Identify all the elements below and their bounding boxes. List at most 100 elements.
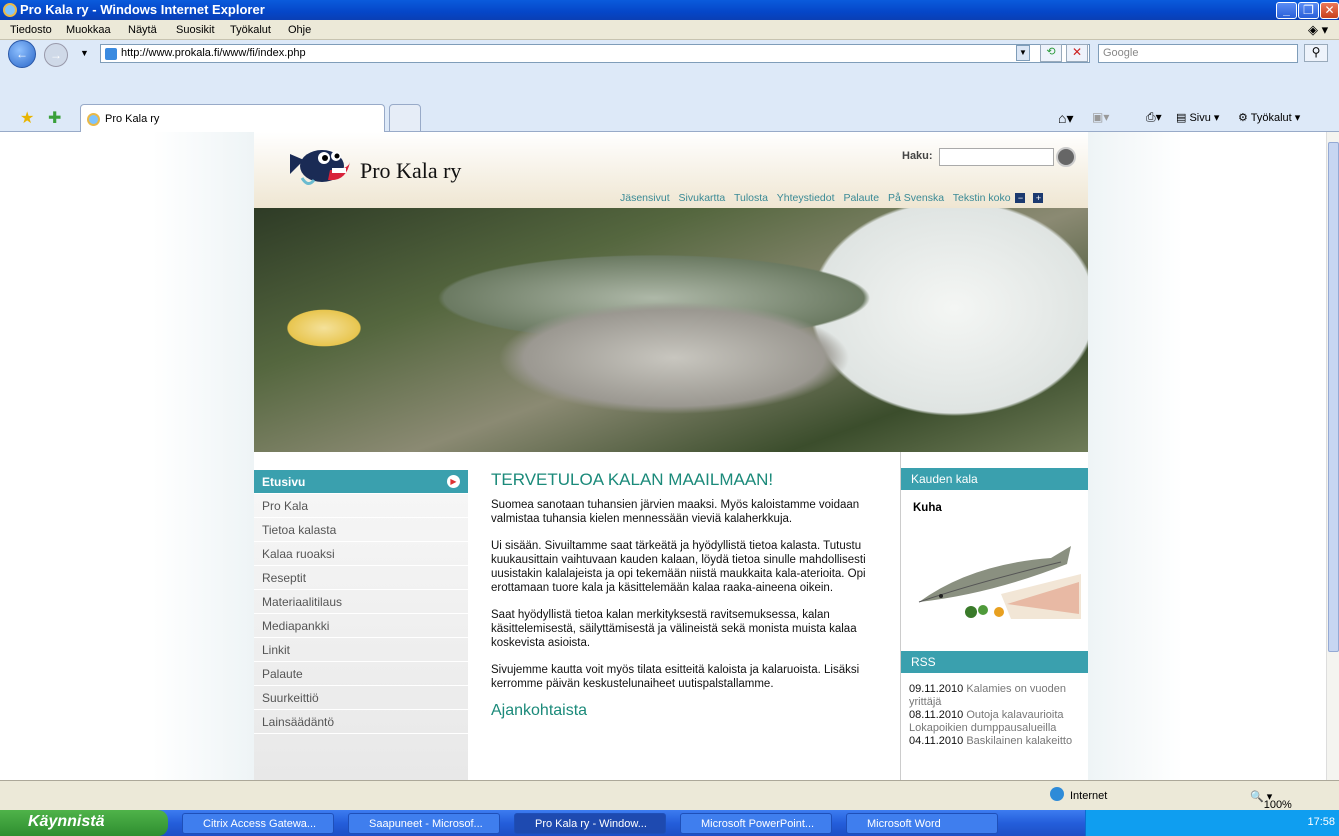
task-word[interactable]: Microsoft Word [846,813,998,834]
task-citrix[interactable]: Citrix Access Gatewa... [182,813,334,834]
task-outlook[interactable]: Saapuneet - Microsof... [348,813,500,834]
text-larger-icon[interactable]: + [1033,193,1044,204]
menu-edit[interactable]: Muokkaa [66,24,111,36]
fish-logo-icon[interactable] [284,140,354,196]
vertical-scrollbar[interactable] [1326,132,1339,780]
start-button[interactable]: Käynnistä [0,810,168,836]
close-button[interactable]: ✕ [1320,2,1339,19]
scrollbar-thumb[interactable] [1328,142,1339,652]
fish-image[interactable] [911,524,1081,624]
task-ie[interactable]: Pro Kala ry - Window... [514,813,666,834]
address-text: http://www.prokala.fi/www/fi/index.php [121,47,306,59]
title-bar: Pro Kala ry - Windows Internet Explorer … [0,0,1339,20]
page-background-right [1088,132,1326,780]
right-column: Kauden kala Kuha RSS 09.11.2010 Kalamies… [900,452,1088,780]
internet-zone-icon [1050,787,1064,801]
ie-tab-icon [87,113,100,126]
tools-menu-button[interactable]: ⚙ Työkalut ▾ [1238,111,1300,124]
tab-label: Pro Kala ry [105,113,160,125]
search-icon[interactable]: ⚲ [1304,44,1328,62]
search-input[interactable]: Google [1098,44,1298,63]
feeds-icon[interactable]: ▣▾ [1092,110,1109,124]
address-dropdown-icon[interactable]: ▼ [1016,45,1030,61]
nav-item-tietoa-kalasta[interactable]: Tietoa kalasta [254,518,468,542]
nav-item-suurkeittio[interactable]: Suurkeittiö [254,686,468,710]
intro-paragraph-1: Suomea sanotaan tuhansien järvien maaksi… [491,499,860,525]
tab-active[interactable]: Pro Kala ry [80,104,385,132]
rss-item[interactable]: 08.11.2010 Outoja kalavaurioita Lokapoik… [909,709,1088,735]
main-content: TERVETULOA KALAN MAAILMAAN! Suomea sanot… [491,470,891,780]
restore-button[interactable]: ❐ [1298,2,1319,19]
intro-paragraph-4: Sivujemme kautta voit myös tilata esitte… [491,664,860,690]
page-icon [105,48,117,60]
page-heading: TERVETULOA KALAN MAAILMAAN! [491,470,774,489]
menu-tools[interactable]: Työkalut [230,24,271,36]
site-search-go-icon[interactable] [1056,147,1076,167]
nav-item-palaute[interactable]: Palaute [254,662,468,686]
stop-icon[interactable]: ✕ [1066,44,1088,62]
link-palaute[interactable]: Palaute [843,192,879,204]
nav-item-linkit[interactable]: Linkit [254,638,468,662]
new-tab-button[interactable] [389,104,421,132]
web-viewport: Pro Kala ry Haku: Jäsensivut Sivukartta … [0,132,1326,780]
hero-image-fish-herbs [254,208,1088,452]
text-smaller-icon[interactable]: − [1015,193,1026,204]
search-label: Haku: [902,150,933,162]
rss-header: RSS [901,651,1088,673]
zoom-level[interactable]: 🔍 100% ▾ [1250,790,1292,811]
taskbar: Käynnistä Citrix Access Gatewa... Saapun… [0,810,1339,836]
window-title: Pro Kala ry - Windows Internet Explorer [20,2,265,17]
link-tekstin-koko: Tekstin koko [952,192,1011,204]
rss-item[interactable]: 09.11.2010 Kalamies on vuoden yrittäjä [909,683,1088,709]
page-menu-button[interactable]: ▤ Sivu ▾ [1176,111,1219,124]
clock[interactable]: 17:58 [1307,816,1335,828]
nav-item-mediapankki[interactable]: Mediapankki [254,614,468,638]
nav-item-pro-kala[interactable]: Pro Kala [254,494,468,518]
tab-bar: ★ ✚ Pro Kala ry ⌂▾ ▣▾ ⎙▾ ▤ Sivu ▾ ⚙ Työk… [0,68,1339,132]
season-fish-name[interactable]: Kuha [913,502,1088,514]
history-dropdown-icon[interactable]: ▼ [80,48,89,58]
intro-paragraph-3: Saat hyödyllistä tietoa kalan merkitykse… [491,609,857,649]
top-links: Jäsensivut Sivukartta Tulosta Yhteystied… [620,192,1049,204]
security-zone: Internet [1070,790,1108,802]
nav-item-kalaa-ruoaksi[interactable]: Kalaa ruoaksi [254,542,468,566]
menu-favorites[interactable]: Suosikit [176,24,215,36]
nav-item-lainsaadanto[interactable]: Lainsäädäntö [254,710,468,734]
favorites-star-icon[interactable]: ★ [20,108,34,128]
menu-help[interactable]: Ohje [288,24,311,36]
link-pa-svenska[interactable]: På Svenska [888,192,944,204]
home-icon[interactable]: ⌂▾ [1058,110,1073,127]
task-powerpoint[interactable]: Microsoft PowerPoint... [680,813,832,834]
system-tray: 17:58 [1085,810,1339,836]
menu-file[interactable]: Tiedosto [10,24,52,36]
site-header: Pro Kala ry Haku: Jäsensivut Sivukartta … [254,132,1088,208]
address-input[interactable]: http://www.prokala.fi/www/fi/index.php [100,44,1090,63]
nav-item-reseptit[interactable]: Reseptit [254,566,468,590]
minimize-button[interactable]: _ [1276,2,1297,19]
nav-item-materiaalitilaus[interactable]: Materiaalitilaus [254,590,468,614]
left-navigation: Etusivu ▶ Pro Kala Tietoa kalasta Kalaa r… [254,470,468,780]
refresh-icon[interactable]: ⟲ [1040,44,1062,62]
link-sivukartta[interactable]: Sivukartta [679,192,726,204]
nav-arrow-icon: ▶ [447,475,460,488]
rss-item[interactable]: 04.11.2010 Baskilainen kalakeitto [909,735,1088,748]
link-jasensivut[interactable]: Jäsensivut [620,192,670,204]
forward-button[interactable]: → [44,43,68,67]
address-bar-row: ← → ▼ http://www.prokala.fi/www/fi/index… [0,40,1339,68]
link-yhteystiedot[interactable]: Yhteystiedot [777,192,835,204]
print-icon[interactable]: ⎙▾ [1146,110,1162,125]
season-fish-header: Kauden kala [901,468,1088,490]
back-button[interactable]: ← [8,40,36,68]
nav-item-etusivu[interactable]: Etusivu ▶ [254,470,468,494]
site-title[interactable]: Pro Kala ry [360,158,461,184]
site-search-input[interactable] [939,148,1054,166]
link-tulosta[interactable]: Tulosta [734,192,768,204]
menu-view[interactable]: Näytä [128,24,157,36]
menu-bar: Tiedosto Muokkaa Näytä Suosikit Työkalut… [0,20,1339,40]
news-heading: Ajankohtaista [491,702,588,719]
toolbar-options-icon[interactable]: ◈ ▾ [1308,22,1328,38]
page-background-left [0,132,254,780]
add-favorite-icon[interactable]: ✚ [48,108,61,128]
site-container: Pro Kala ry Haku: Jäsensivut Sivukartta … [254,132,1088,780]
ie-logo-icon [3,3,17,17]
